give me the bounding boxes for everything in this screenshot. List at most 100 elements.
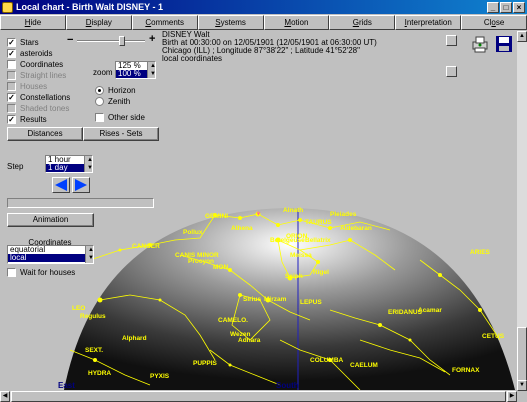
label-mon: MON. <box>213 264 230 271</box>
label-procyon: Procyon <box>188 258 214 265</box>
label-rigel: Rigel <box>313 269 329 276</box>
shaded-tones-check <box>7 104 16 113</box>
label-bellatrix: Bellatrix <box>305 237 331 244</box>
menu-motion[interactable]: Motion <box>263 15 330 30</box>
slider-minus-icon[interactable]: − <box>67 34 73 46</box>
label-lepus: LEPUS <box>300 299 322 306</box>
label-taurus: TAURUS <box>305 219 332 226</box>
horizon-radio[interactable]: Horizon <box>95 86 136 95</box>
label-gemini: GEMINI <box>205 213 228 220</box>
stars-check[interactable]: ✓ <box>7 38 16 47</box>
step-back-button[interactable] <box>52 177 70 193</box>
horizontal-scrollbar[interactable]: ◀ ▶ <box>0 391 517 402</box>
constellations-check[interactable]: ✓ <box>7 93 16 102</box>
coordinates-listbox[interactable]: equatorial local ▲ ▼ <box>7 245 94 264</box>
info-scroll-up-button[interactable] <box>446 35 457 46</box>
scroll-right-button[interactable]: ▶ <box>507 391 517 402</box>
coord-spin-icon[interactable]: ▲ ▼ <box>85 246 94 263</box>
scrollbar-corner <box>517 391 527 402</box>
label-pollux: Pollux <box>183 229 203 236</box>
printer-icon <box>472 36 488 53</box>
rises-sets-button[interactable]: Rises - Sets <box>83 127 159 141</box>
label-adhara: Adhara <box>238 337 261 344</box>
wait-for-houses-checkbox[interactable]: Wait for houses <box>7 268 75 277</box>
houses-checkbox: Houses <box>7 82 47 91</box>
scroll-left-button[interactable]: ◀ <box>0 391 10 402</box>
wait-for-houses-check[interactable] <box>7 268 16 277</box>
step-forward-button[interactable] <box>72 177 90 193</box>
arrow-left-icon <box>55 179 67 191</box>
label-mirzam: Mirzam <box>264 296 287 303</box>
close-window-button[interactable]: × <box>513 1 525 13</box>
scroll-down-button[interactable]: ▼ <box>517 380 527 391</box>
save-icon[interactable] <box>494 34 514 54</box>
label-fornax: FORNAX <box>452 367 480 374</box>
info-scroll-down-button[interactable] <box>446 66 457 77</box>
shaded-tones-checkbox: Shaded tones <box>7 104 69 113</box>
animation-progress <box>7 198 154 208</box>
planet-symbol-icon: ♆ <box>255 208 262 218</box>
distances-button[interactable]: Distances <box>7 127 83 141</box>
label-camelo: CAMELO. <box>218 317 248 324</box>
menu-interpretation[interactable]: Interpretation <box>395 15 462 30</box>
other-side-checkbox[interactable]: Other side <box>95 113 145 122</box>
label-saiph: Saiph <box>285 273 303 280</box>
minimize-button[interactable]: _ <box>487 1 499 13</box>
straight-lines-check <box>7 71 16 80</box>
asteroids-check[interactable]: ✓ <box>7 49 16 58</box>
arrow-right-icon <box>75 179 87 191</box>
menu-display[interactable]: Display <box>65 15 132 30</box>
asteroids-checkbox[interactable]: ✓ asteroids <box>7 49 52 58</box>
zoom-label: zoom <box>93 68 113 77</box>
zenith-radio-dot[interactable] <box>95 97 104 106</box>
label-betelgeuse: Betelgeuse <box>270 237 305 244</box>
print-icon[interactable] <box>470 34 490 54</box>
other-side-check[interactable] <box>95 113 104 122</box>
step-label: Step <box>7 162 24 171</box>
zoom-listbox[interactable]: 125 % 100 % ▲ ▼ <box>115 61 156 79</box>
coordinates-check[interactable] <box>7 60 16 69</box>
label-cetus: CETUS <box>482 333 505 340</box>
zenith-radio[interactable]: Zenith <box>95 97 130 106</box>
slider-plus-icon[interactable]: + <box>149 33 155 45</box>
animation-button[interactable]: Animation <box>7 213 94 227</box>
label-alhena: Alhena <box>231 225 253 232</box>
step-spin-icon[interactable]: ▲ ▼ <box>84 156 93 172</box>
menu-hide[interactable]: Hide <box>0 15 66 30</box>
cardinal-south: South <box>276 381 299 390</box>
menu-systems[interactable]: Systems <box>197 15 264 30</box>
stars-checkbox[interactable]: ✓ Stars <box>7 38 39 47</box>
houses-check <box>7 82 16 91</box>
zoom-spin-icon[interactable]: ▲ ▼ <box>147 62 156 78</box>
results-check[interactable]: ✓ <box>7 115 16 124</box>
results-checkbox[interactable]: ✓ Results <box>7 115 47 124</box>
floppy-disk-icon <box>496 36 512 52</box>
menu-close[interactable]: Close <box>461 15 527 30</box>
horizon-radio-dot[interactable] <box>95 86 104 95</box>
label-acamar: Acamar <box>418 307 442 314</box>
magnitude-slider[interactable]: − + <box>67 33 157 46</box>
maximize-button[interactable]: □ <box>500 1 512 13</box>
label-aldebaran: Aldebaran <box>340 225 372 232</box>
slider-thumb[interactable] <box>119 36 125 46</box>
label-pleiades: Pleiades <box>330 211 357 218</box>
scroll-up-button[interactable]: ▲ <box>517 31 527 42</box>
coordinates-checkbox[interactable]: Coordinates <box>7 60 63 69</box>
label-aries: ARIES <box>470 249 491 256</box>
constellations-checkbox[interactable]: ✓ Constellations <box>7 93 70 102</box>
horizontal-scroll-thumb[interactable] <box>11 391 506 402</box>
label-meissa: Meissa <box>290 252 312 259</box>
label-caelum: CAELUM <box>350 362 378 369</box>
menu-grids[interactable]: Grids <box>329 15 396 30</box>
step-listbox[interactable]: 1 hour 1 day ▲ ▼ <box>45 155 93 173</box>
slider-track[interactable] <box>77 40 145 42</box>
coordinate-mode: local coordinates <box>162 54 223 63</box>
label-alnath: Alnath <box>283 207 303 214</box>
vertical-scrollbar[interactable]: ▲ ▼ <box>517 31 527 391</box>
title-bar: Local chart - Birth Walt DISNEY - 1 _ □ … <box>0 0 527 14</box>
label-puppis: PUPPIS <box>193 360 218 367</box>
menu-comments[interactable]: Comments <box>131 15 198 30</box>
label-columba: COLUMBA <box>310 357 344 364</box>
menu-bar: Hide Display Comments Systems Motion Gri… <box>0 15 527 30</box>
coord-option-selected[interactable]: local <box>8 254 93 262</box>
